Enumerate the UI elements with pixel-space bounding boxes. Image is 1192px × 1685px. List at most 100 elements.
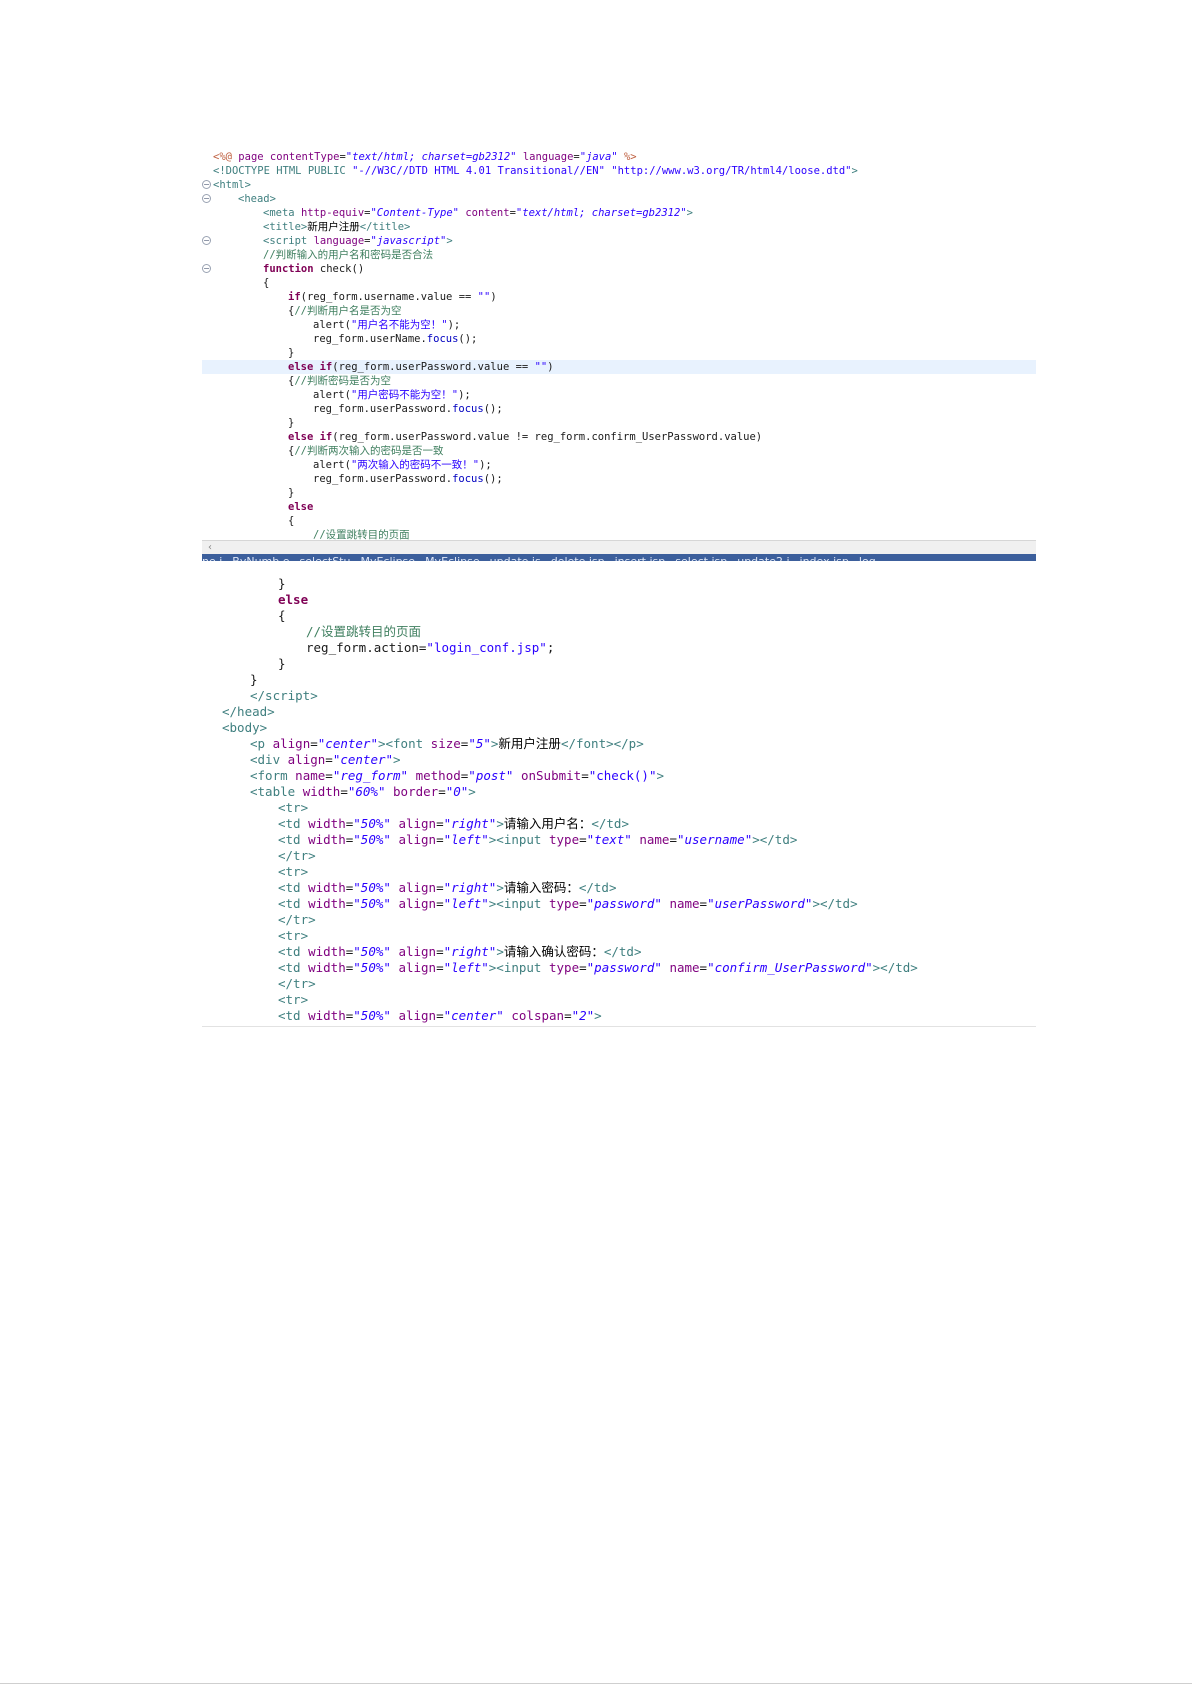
code-text: </tr> [278, 976, 316, 991]
code-text: </script> [250, 688, 318, 703]
code-line: reg_form.userPassword.focus(); [202, 472, 1036, 486]
editor-tab[interactable]: update2.j [737, 555, 789, 561]
code-line: </tr> [202, 976, 1036, 992]
code-line: <div align="center"> [202, 752, 1036, 768]
code-text: {//判断密码是否为空 [288, 375, 391, 387]
code-editor-screenshot-bottom: } else{//设置跳转目的页面 reg_form.action="login_c… [202, 574, 1036, 1027]
scroll-left-icon[interactable]: ‹ [208, 541, 212, 555]
code-text: <form name="reg_form" method="post" onSu… [250, 768, 664, 783]
code-text: <table width="60%" border="0"> [250, 784, 476, 799]
code-text: <title>新用户注册</title> [263, 221, 411, 233]
code-line: } [202, 672, 1036, 688]
code-text: <div align="center"> [250, 752, 401, 767]
editor-tab[interactable]: MyEclipse [425, 555, 480, 561]
code-line: <tr> [202, 800, 1036, 816]
code-line: if(reg_form.username.value == "") [202, 290, 1036, 304]
code-line: else if(reg_form.userPassword.value == "… [202, 360, 1036, 374]
code-line: //设置跳转目的页面 [202, 624, 1036, 640]
code-text: { [288, 515, 295, 527]
code-text: <td width="50%" align="left"><input type… [278, 896, 858, 911]
editor-tab[interactable]: select.jsp [675, 555, 727, 561]
code-line: } [202, 416, 1036, 430]
code-text: </tr> [278, 912, 316, 927]
fold-toggle-icon[interactable]: − [202, 180, 211, 189]
code-text: <meta http-equiv="Content-Type" content=… [263, 207, 693, 219]
code-line: </script> [202, 688, 1036, 704]
code-line: </head> [202, 704, 1036, 720]
fold-toggle-icon[interactable]: − [202, 264, 211, 273]
code-line: else if(reg_form.userPassword.value != r… [202, 430, 1036, 444]
code-line: alert("用户名不能为空！"); [202, 318, 1036, 332]
code-line: else [202, 500, 1036, 514]
editor-tab[interactable]: MyEclipse [360, 555, 415, 561]
code-text: alert("两次输入的密码不一致！"); [313, 459, 492, 471]
code-text: reg_form.action="login_conf.jsp"; [306, 640, 555, 655]
code-text: alert("用户密码不能为空！"); [313, 389, 471, 401]
code-line: <td width="50%" align="left"><input type… [202, 960, 1036, 976]
code-text: <head> [238, 193, 276, 205]
code-line: {//判断密码是否为空 [202, 374, 1036, 388]
code-text: <td width="50%" align="right">请输入确认密码：</… [278, 944, 642, 959]
code-text: <td width="50%" align="left"><input type… [278, 832, 798, 847]
fold-toggle-icon[interactable]: − [202, 236, 211, 245]
code-line: <%@ page contentType="text/html; charset… [202, 150, 1036, 164]
code-text: if(reg_form.username.value == "") [288, 291, 497, 303]
code-text: else if(reg_form.userPassword.value == "… [288, 361, 554, 373]
code-text: {//判断用户名是否为空 [288, 305, 402, 317]
code-line: <form name="reg_form" method="post" onSu… [202, 768, 1036, 784]
code-text: //判断输入的用户名和密码是否合法 [263, 249, 434, 261]
editor-tab-bar[interactable]: ne.j ByNumb.e selectStu MyEclipse MyEclipse u… [202, 554, 1036, 561]
editor-tab[interactable]: insert.jsp [615, 555, 666, 561]
code-line: </tr> [202, 848, 1036, 864]
code-text: } [278, 656, 286, 671]
code-text: </tr> [278, 848, 316, 863]
editor-tab[interactable]: ByNumb.e [232, 555, 289, 561]
code-line: − <html> [202, 178, 1036, 192]
code-line: reg_form.userPassword.focus(); [202, 402, 1036, 416]
code-text: <script language="javascript"> [263, 235, 453, 247]
editor-tab[interactable]: index.jsp [800, 555, 849, 561]
code-line: <td width="50%" align="center" colspan="… [202, 1008, 1036, 1024]
code-text: <td width="50%" align="left"><input type… [278, 960, 918, 975]
code-editor-screenshot-top: <%@ page contentType="text/html; charset… [202, 148, 1036, 561]
code-line: {//判断用户名是否为空 [202, 304, 1036, 318]
code-text: <td width="50%" align="right">请输入用户名：</t… [278, 816, 629, 831]
code-line: − <head> [202, 192, 1036, 206]
code-line: <tr> [202, 864, 1036, 880]
horizontal-scrollbar[interactable]: ‹ [202, 540, 1036, 555]
code-line: { [202, 608, 1036, 624]
editor-tab[interactable]: delete.jsp [551, 555, 605, 561]
code-text: <tr> [278, 864, 309, 879]
code-line: </tr> [202, 912, 1036, 928]
code-text: <!DOCTYPE HTML PUBLIC "-//W3C//DTD HTML … [213, 165, 858, 177]
code-text: { [263, 277, 270, 289]
page-footer-rule [0, 1683, 1192, 1684]
code-line: <td width="50%" align="right">请输入确认密码：</… [202, 944, 1036, 960]
code-line: <p align="center"><font size="5">新用户注册</… [202, 736, 1036, 752]
code-line: alert("用户密码不能为空！"); [202, 388, 1036, 402]
code-text: <td width="50%" align="center" colspan="… [278, 1008, 602, 1023]
code-line: { [202, 276, 1036, 290]
editor-tab[interactable]: update.js [490, 555, 541, 561]
code-line: { [202, 514, 1036, 528]
code-line: <tr> [202, 928, 1036, 944]
code-text: <tr> [278, 992, 309, 1007]
code-line: <td width="50%" align="left"><input type… [202, 832, 1036, 848]
code-text: <%@ page contentType="text/html; charset… [213, 151, 637, 163]
code-line: } [202, 576, 1036, 592]
code-text: <tr> [278, 928, 309, 943]
code-text: else if(reg_form.userPassword.value != r… [288, 431, 763, 443]
code-line: − function check() [202, 262, 1036, 276]
code-text: } [278, 576, 286, 591]
editor-tab[interactable]: log [859, 555, 876, 561]
code-text: } [288, 347, 295, 359]
code-text: else [278, 592, 309, 607]
code-text: <td width="50%" align="right">请输入密码：</td… [278, 880, 617, 895]
code-line: <title>新用户注册</title> [202, 220, 1036, 234]
code-text: reg_form.userPassword.focus(); [313, 403, 503, 415]
editor-tab[interactable]: selectStu [300, 555, 351, 561]
code-text: <html> [213, 179, 251, 191]
code-line: } [202, 656, 1036, 672]
editor-tab[interactable]: ne.j [202, 555, 222, 561]
fold-toggle-icon[interactable]: − [202, 194, 211, 203]
